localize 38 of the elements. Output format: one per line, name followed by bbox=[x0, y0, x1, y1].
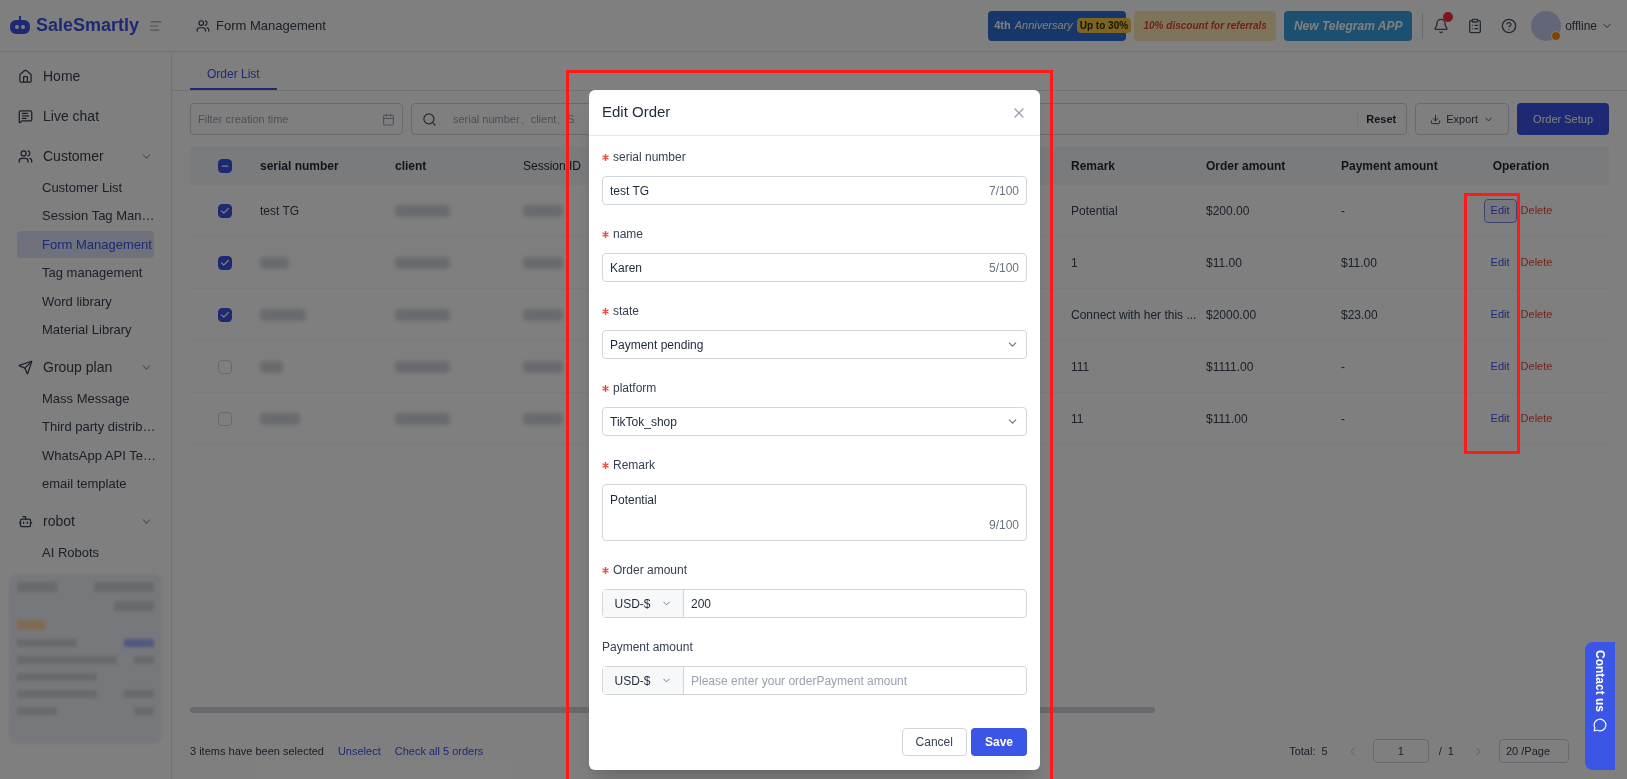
dialog-title: Edit Order bbox=[602, 102, 671, 123]
column-header: Remark bbox=[1071, 159, 1116, 173]
table-cell: Potential bbox=[1071, 203, 1118, 218]
table-cell: - bbox=[1341, 359, 1345, 374]
total-count: Total: 5 bbox=[1289, 743, 1328, 759]
char-counter: 9/100 bbox=[988, 517, 1019, 534]
table-cell: Connect with her this ... bbox=[1071, 307, 1197, 322]
field-label: Payment amount bbox=[602, 639, 693, 656]
table-cell: $200.00 bbox=[1206, 203, 1250, 218]
table-cell: $2000.00 bbox=[1206, 307, 1257, 322]
column-header: Payment amount bbox=[1341, 159, 1438, 173]
table-cell: - bbox=[1341, 411, 1345, 426]
table-cell: 111 bbox=[1071, 359, 1090, 374]
field-label: name bbox=[613, 226, 644, 243]
page-title: Form Management bbox=[216, 16, 326, 35]
selection-count: 3 items have been selected bbox=[190, 743, 324, 759]
field-label: state bbox=[613, 303, 639, 320]
field-label: serial number bbox=[613, 149, 686, 166]
table-cell: $11.00 bbox=[1341, 255, 1377, 270]
field-label: Remark bbox=[613, 457, 655, 474]
column-header: serial number bbox=[260, 159, 339, 173]
table-cell: $1111.00 bbox=[1206, 359, 1254, 374]
table-cell: - bbox=[1341, 203, 1345, 218]
column-header: client bbox=[395, 159, 427, 173]
table-cell: 11 bbox=[1071, 411, 1084, 426]
table-cell: $11.00 bbox=[1206, 255, 1242, 270]
table-cell: $23.00 bbox=[1341, 307, 1378, 322]
char-counter: 5/100 bbox=[988, 259, 1019, 277]
char-counter: 7/100 bbox=[988, 182, 1019, 200]
page-total: / 1 bbox=[1438, 743, 1454, 759]
brand-name: SaleSmartly bbox=[36, 14, 140, 37]
column-header: Session ID bbox=[523, 159, 582, 173]
table-cell: $111.00 bbox=[1206, 411, 1248, 426]
table-cell: 1 bbox=[1071, 255, 1078, 270]
table-cell: test TG bbox=[260, 203, 300, 218]
field-label: platform bbox=[613, 380, 657, 397]
column-header: Order amount bbox=[1206, 159, 1286, 173]
field-label: Order amount bbox=[613, 562, 688, 579]
